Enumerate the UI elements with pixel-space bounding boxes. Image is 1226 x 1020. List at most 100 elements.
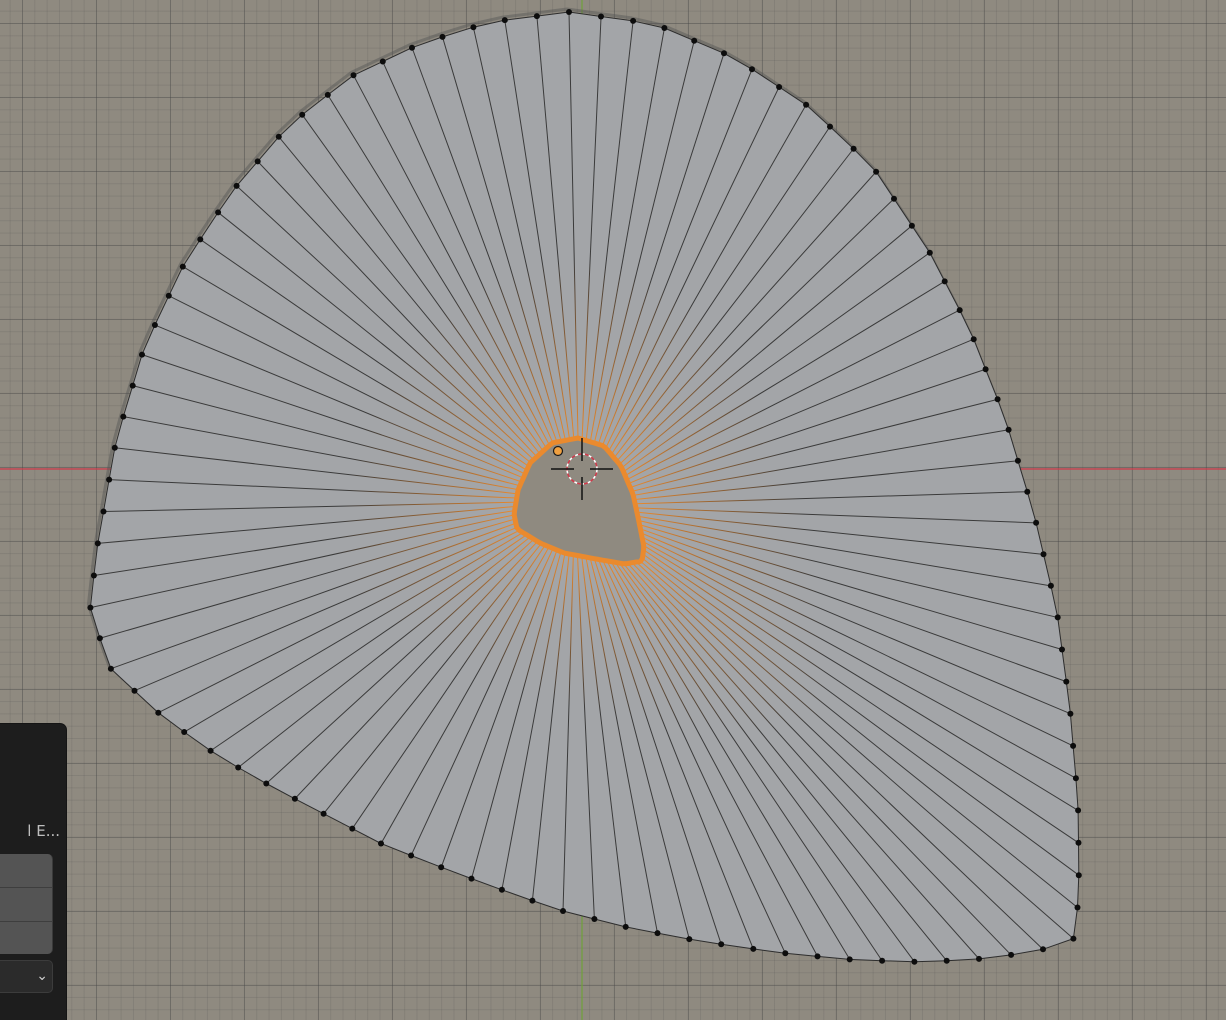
operator-field-2[interactable] xyxy=(0,888,53,922)
mesh-vertex[interactable] xyxy=(291,795,298,802)
mesh-vertex[interactable] xyxy=(106,476,113,483)
mesh-vertex[interactable] xyxy=(1047,582,1054,589)
mesh-vertex[interactable] xyxy=(254,158,261,165)
mesh-vertex[interactable] xyxy=(1033,519,1040,526)
mesh-vertex[interactable] xyxy=(1014,457,1021,464)
mesh-vertex[interactable] xyxy=(233,182,240,189)
mesh-vertex[interactable] xyxy=(879,957,886,964)
mesh-vertex[interactable] xyxy=(814,953,821,960)
mesh-vertex[interactable] xyxy=(1067,710,1074,717)
mesh-vertex[interactable] xyxy=(1008,951,1015,958)
mesh-vertex[interactable] xyxy=(982,366,989,373)
mesh-vertex[interactable] xyxy=(131,687,138,694)
mesh-vertex[interactable] xyxy=(1070,742,1077,749)
mesh-vertex[interactable] xyxy=(598,13,604,20)
mesh-vertex[interactable] xyxy=(560,908,566,914)
mesh-vertex[interactable] xyxy=(151,322,158,328)
mesh-vertex[interactable] xyxy=(439,33,446,40)
mesh-vertex[interactable] xyxy=(846,956,853,963)
mesh-vertex[interactable] xyxy=(438,864,445,871)
mesh-vertex[interactable] xyxy=(686,936,693,943)
mesh-vertex[interactable] xyxy=(721,50,727,57)
mesh-vertex[interactable] xyxy=(320,810,327,817)
mesh-vertex[interactable] xyxy=(1075,807,1082,814)
mesh-vertex[interactable] xyxy=(750,945,757,952)
mesh-vertex[interactable] xyxy=(235,764,242,771)
mesh-vertex[interactable] xyxy=(501,17,508,24)
mesh-vertex[interactable] xyxy=(1070,935,1077,942)
mesh-vertex[interactable] xyxy=(197,236,204,243)
mesh-vertex[interactable] xyxy=(976,955,982,962)
operator-dropdown[interactable]: ⌄ xyxy=(0,960,53,993)
mesh-vertex[interactable] xyxy=(87,604,94,611)
mesh-vertex[interactable] xyxy=(911,958,918,965)
mesh-vertex[interactable] xyxy=(378,840,384,847)
mesh-vertex[interactable] xyxy=(1063,678,1070,685)
mesh-vertex[interactable] xyxy=(956,307,963,314)
mesh-vertex[interactable] xyxy=(1005,426,1012,433)
operator-field-3[interactable] xyxy=(0,922,53,954)
mesh-vertex[interactable] xyxy=(350,72,357,79)
mesh-vertex[interactable] xyxy=(1024,488,1031,495)
mesh-vertex[interactable] xyxy=(1059,646,1065,653)
mesh-vertex[interactable] xyxy=(691,37,698,44)
mesh-vertex[interactable] xyxy=(1072,775,1079,782)
mesh-vertex[interactable] xyxy=(120,413,127,420)
object-origin-icon[interactable] xyxy=(552,445,564,457)
mesh-vertex[interactable] xyxy=(908,222,915,229)
mesh-vertex[interactable] xyxy=(470,24,477,31)
mesh-vertex[interactable] xyxy=(533,13,540,20)
mesh-vertex[interactable] xyxy=(181,729,188,735)
mesh-vertex[interactable] xyxy=(94,540,101,547)
mesh-vertex[interactable] xyxy=(409,44,415,51)
operator-field-1[interactable] xyxy=(0,854,53,888)
mesh-vertex[interactable] xyxy=(926,249,933,256)
mesh-vertex[interactable] xyxy=(215,209,222,216)
mesh-vertex[interactable] xyxy=(379,58,386,65)
mesh-vertex[interactable] xyxy=(275,133,282,140)
mesh-vertex[interactable] xyxy=(630,17,637,24)
mesh-vertex[interactable] xyxy=(994,396,1001,403)
mesh-vertex[interactable] xyxy=(803,101,810,108)
mesh-vertex[interactable] xyxy=(263,780,270,787)
mesh-vertex[interactable] xyxy=(749,66,755,73)
mesh-vertex[interactable] xyxy=(970,336,977,343)
mesh-vertex[interactable] xyxy=(850,145,857,152)
mesh-vertex[interactable] xyxy=(299,111,306,118)
mesh-vertex[interactable] xyxy=(654,930,661,937)
mesh-vertex[interactable] xyxy=(782,950,789,957)
mesh-vertex[interactable] xyxy=(139,351,145,358)
mesh-vertex[interactable] xyxy=(90,572,97,579)
mesh-vertex[interactable] xyxy=(468,875,475,882)
mesh-vertex[interactable] xyxy=(155,709,162,716)
mesh-vertex[interactable] xyxy=(1074,904,1081,911)
mesh-canvas[interactable] xyxy=(0,0,1226,1020)
mesh-vertex[interactable] xyxy=(1054,614,1061,621)
mesh-vertex[interactable] xyxy=(622,923,629,930)
mesh-vertex[interactable] xyxy=(107,665,114,672)
mesh-vertex[interactable] xyxy=(96,635,103,642)
mesh-vertex[interactable] xyxy=(1075,872,1082,879)
operator-panel-title[interactable]: l E... xyxy=(0,822,60,842)
mesh-vertex[interactable] xyxy=(1040,946,1046,953)
mesh-vertex[interactable] xyxy=(498,886,505,893)
mesh-vertex[interactable] xyxy=(1075,839,1082,846)
mesh-vertex[interactable] xyxy=(661,25,668,31)
mesh-vertex[interactable] xyxy=(566,9,572,15)
mesh-vertex[interactable] xyxy=(941,278,948,285)
mesh-vertex[interactable] xyxy=(179,263,186,270)
mesh-vertex[interactable] xyxy=(408,852,415,859)
mesh-vertex[interactable] xyxy=(111,444,118,451)
3d-viewport[interactable] xyxy=(0,0,1226,1020)
mesh-vertex[interactable] xyxy=(873,168,880,175)
mesh-vertex[interactable] xyxy=(891,195,897,202)
mesh-vertex[interactable] xyxy=(943,957,950,964)
mesh-vertex[interactable] xyxy=(529,897,536,904)
mesh-vertex[interactable] xyxy=(129,382,136,389)
mesh-vertex[interactable] xyxy=(100,508,107,515)
mesh-vertex[interactable] xyxy=(591,916,598,922)
mesh-vertex[interactable] xyxy=(165,292,172,299)
mesh-vertex[interactable] xyxy=(1040,551,1047,558)
mesh-vertex[interactable] xyxy=(207,747,214,754)
mesh-vertex[interactable] xyxy=(349,825,356,832)
